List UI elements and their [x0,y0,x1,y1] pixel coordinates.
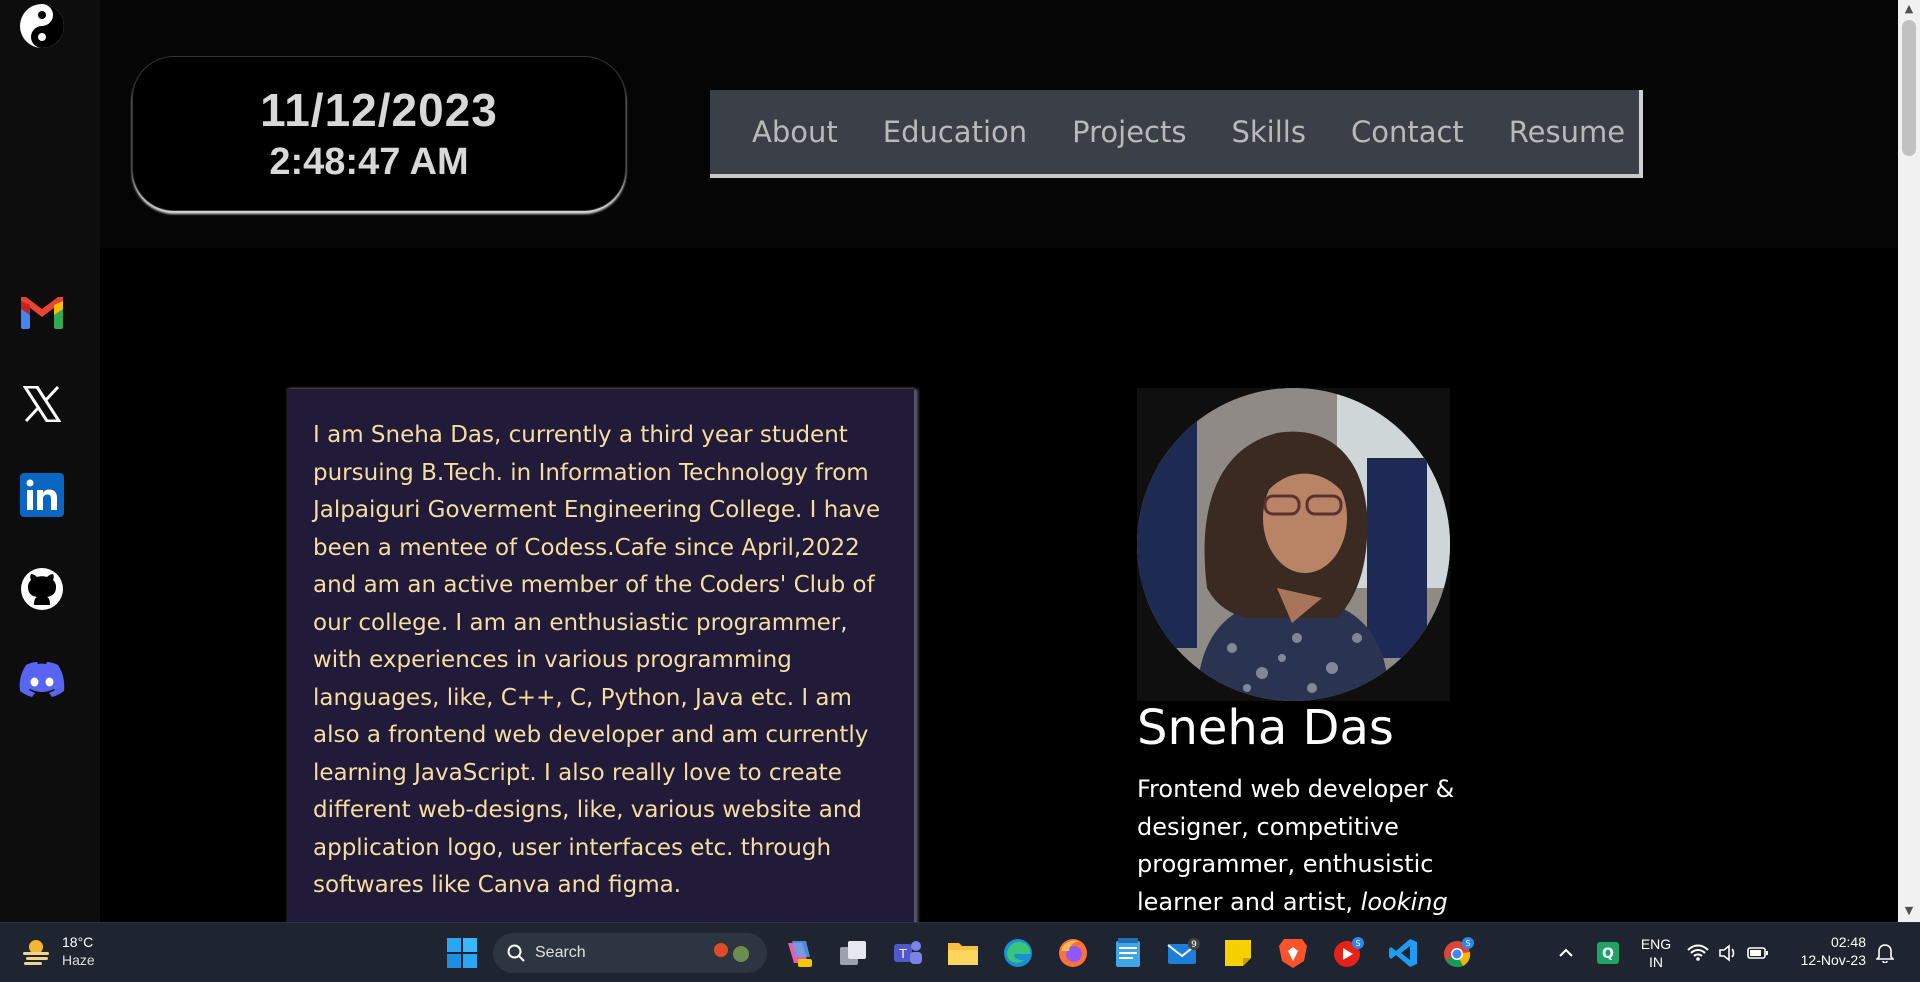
profile-photo [1137,388,1450,701]
about-text: I am Sneha Das, currently a third year s… [313,422,881,898]
github-icon[interactable] [18,565,66,613]
wifi-icon[interactable] [1684,935,1712,971]
system-time: 02:48 [1830,934,1866,950]
scroll-thumb[interactable] [1902,20,1916,156]
edge-icon[interactable] [1000,935,1036,971]
windows-start-icon[interactable] [444,935,480,971]
x-twitter-icon[interactable] [18,380,66,428]
notification-bell-icon[interactable] [1870,935,1900,971]
mail-badge: 9 [1191,940,1197,950]
file-explorer-icon[interactable] [945,935,981,971]
main-nav: About Education Projects Skills Contact … [710,90,1643,178]
svg-text:Q: Q [1602,946,1614,962]
tray-overflow-chevron-icon[interactable] [1548,935,1584,971]
scroll-down-icon[interactable]: ▼ [1898,902,1920,920]
weather-condition: Haze [62,952,95,968]
task-view-icon[interactable] [835,935,871,971]
yin-yang-icon[interactable] [18,2,66,50]
vscode-icon[interactable] [1385,935,1421,971]
youtube-app-icon[interactable]: S [1330,935,1366,971]
clock-date: 11/12/2023 [260,84,498,136]
sticky-notes-icon[interactable] [1220,935,1256,971]
svg-text:S: S [1465,939,1470,948]
tray-app-q-icon[interactable]: Q [1590,935,1626,971]
chrome-icon[interactable]: S [1440,935,1476,971]
search-highlight-icon [714,943,749,962]
taskbar-search[interactable]: Search [493,933,767,973]
volume-icon[interactable] [1714,935,1742,971]
battery-icon[interactable] [1744,935,1772,971]
language-indicator[interactable]: ENG IN [1638,935,1674,971]
nav-contact[interactable]: Contact [1351,115,1464,149]
brave-icon[interactable] [1275,935,1311,971]
nav-projects[interactable]: Projects [1072,115,1186,149]
nav-resume[interactable]: Resume [1509,115,1625,149]
copilot-icon[interactable] [780,935,816,971]
profile-name: Sneha Das [1137,700,1394,756]
language-code: ENG [1640,936,1672,952]
gmail-icon[interactable] [18,288,66,336]
notepad-icon[interactable] [1110,935,1146,971]
site-header: 11/12/2023 2:48:47 AM About Education Pr… [100,0,1898,248]
weather-widget[interactable]: 18°C Haze [20,933,95,969]
firefox-icon[interactable] [1055,935,1091,971]
language-region: IN [1649,954,1663,970]
discord-icon[interactable] [18,656,66,704]
haze-weather-icon [23,940,49,965]
clock-time: 2:48:47 AM [269,141,469,183]
system-date: 12-Nov-23 [1800,952,1866,968]
nav-education[interactable]: Education [883,115,1027,149]
about-card: I am Sneha Das, currently a third year s… [287,389,914,929]
nav-about[interactable]: About [752,115,838,149]
profile-desc-italic: looking [1360,887,1448,916]
search-icon [507,944,525,962]
weather-temp: 18°C [62,934,94,950]
search-label: Search [535,944,586,961]
mail-icon[interactable]: 9 [1165,935,1201,971]
linkedin-icon[interactable] [18,471,66,519]
nav-skills[interactable]: Skills [1231,115,1305,149]
page-scrollbar[interactable]: ▲ ▼ [1898,0,1920,922]
profile-description: Frontend web developer & designer, compe… [1137,771,1457,921]
scroll-up-icon[interactable]: ▲ [1898,0,1920,18]
system-clock[interactable]: 02:48 12-Nov-23 [1786,933,1866,969]
svg-text:S: S [1355,939,1360,948]
social-sidebar [0,0,100,922]
profile-photo-frame [1137,388,1450,701]
date-time-clock: 11/12/2023 2:48:47 AM [132,56,626,211]
teams-icon[interactable]: T [890,935,926,971]
windows-taskbar: 18°C Haze Search T 9 S S Q ENG IN 02:48 … [0,922,1920,982]
svg-text:T: T [898,947,907,961]
